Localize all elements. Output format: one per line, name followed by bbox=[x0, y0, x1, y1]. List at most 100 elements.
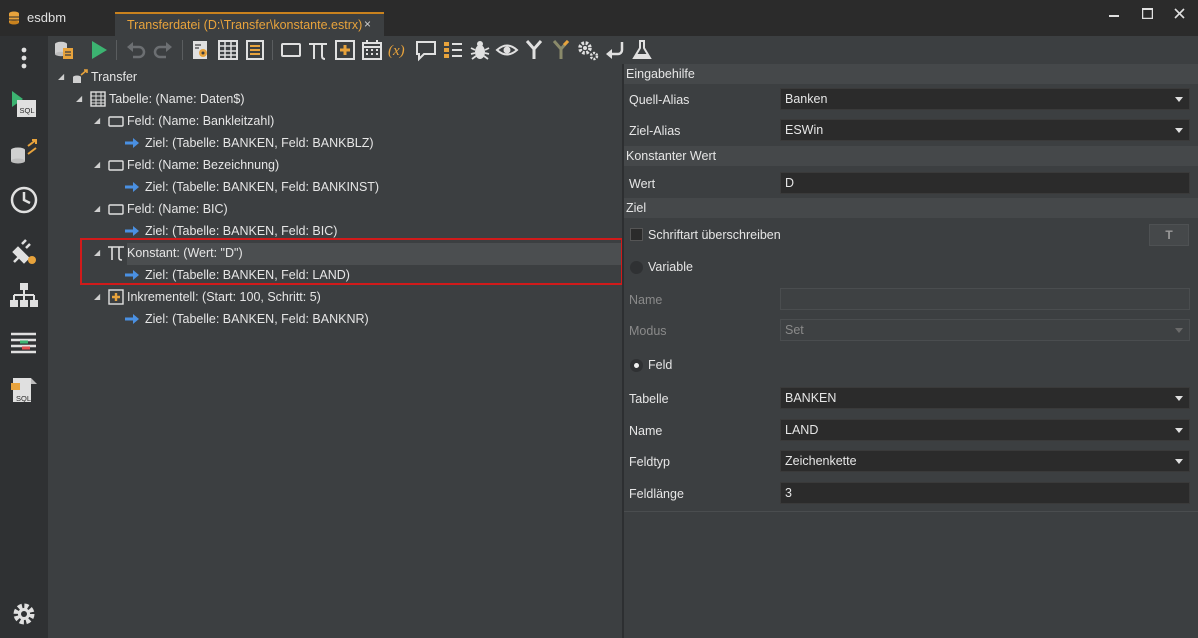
comment-icon[interactable] bbox=[414, 38, 438, 62]
maximize-button[interactable] bbox=[1136, 6, 1158, 24]
wert-row: Wert D bbox=[624, 172, 1190, 198]
gears-icon[interactable] bbox=[576, 38, 600, 62]
modus-label: Modus bbox=[629, 324, 667, 338]
variable-radio[interactable] bbox=[630, 261, 643, 274]
chevron-down-icon bbox=[1175, 97, 1183, 102]
more-vertical-icon[interactable] bbox=[8, 42, 40, 74]
tree-node-label: Feld: (Name: Bankleitzahl) bbox=[127, 114, 275, 128]
table-icon bbox=[90, 91, 106, 107]
feldname-label: Name bbox=[629, 424, 663, 438]
name-input[interactable] bbox=[780, 288, 1190, 310]
calendar-icon[interactable] bbox=[360, 38, 384, 62]
merge-icon[interactable] bbox=[522, 38, 546, 62]
flask-icon[interactable] bbox=[630, 38, 654, 62]
collapse-caret-icon[interactable]: ◢ bbox=[94, 286, 100, 308]
radio-selected-dot bbox=[634, 363, 639, 368]
modus-value: Set bbox=[785, 323, 804, 337]
feldtyp-row: Feldtyp Zeichenkette bbox=[624, 450, 1190, 476]
tree-node-label: Ziel: (Tabelle: BANKEN, Feld: BANKNR) bbox=[145, 312, 369, 326]
bug-icon[interactable] bbox=[468, 38, 492, 62]
minimize-button[interactable] bbox=[1103, 6, 1125, 24]
feldname-value: LAND bbox=[785, 423, 819, 437]
ziel-alias-dropdown[interactable]: ESWin bbox=[780, 119, 1190, 141]
undo-icon[interactable] bbox=[124, 38, 148, 62]
run-icon[interactable] bbox=[87, 38, 111, 62]
settings-gear-icon[interactable] bbox=[8, 598, 40, 630]
chevron-down-icon bbox=[1175, 428, 1183, 433]
increment-icon bbox=[108, 289, 124, 305]
wert-label: Wert bbox=[629, 177, 656, 191]
ziel-alias-row: Ziel-Alias ESWin bbox=[624, 119, 1190, 145]
collapse-caret-icon[interactable]: ◢ bbox=[76, 88, 82, 110]
font-settings-button[interactable]: T bbox=[1149, 224, 1189, 246]
database-logo-icon bbox=[9, 11, 19, 25]
arrow-right-icon bbox=[125, 182, 139, 192]
minimize-icon bbox=[1109, 15, 1119, 17]
list-icon[interactable] bbox=[243, 38, 267, 62]
table-icon[interactable] bbox=[216, 38, 240, 62]
section-konstanter-wert: Konstanter Wert bbox=[624, 146, 1198, 166]
section-ziel: Ziel bbox=[624, 198, 1198, 218]
chevron-down-icon bbox=[1175, 128, 1183, 133]
return-icon[interactable] bbox=[603, 38, 627, 62]
quell-alias-dropdown[interactable]: Banken bbox=[780, 88, 1190, 110]
feld-radio[interactable] bbox=[630, 359, 643, 372]
collapse-caret-icon[interactable]: ◢ bbox=[94, 154, 100, 176]
sql-query-icon[interactable]: SQL bbox=[8, 88, 40, 120]
list-check-icon[interactable] bbox=[441, 38, 465, 62]
table-settings-icon[interactable] bbox=[189, 38, 213, 62]
field-icon[interactable] bbox=[279, 38, 303, 62]
document-tab[interactable]: Transferdatei (D:\Transfer\konstante.est… bbox=[115, 12, 384, 36]
pi-constant-icon[interactable] bbox=[306, 38, 330, 62]
collapse-caret-icon[interactable]: ◢ bbox=[94, 198, 100, 220]
history-clock-icon[interactable] bbox=[8, 184, 40, 216]
tabelle-dropdown[interactable]: BANKEN bbox=[780, 387, 1190, 409]
tree-node-label: Transfer bbox=[91, 70, 138, 84]
quell-alias-label: Quell-Alias bbox=[629, 93, 690, 107]
svg-text:(x): (x) bbox=[388, 43, 405, 59]
compare-list-icon[interactable] bbox=[8, 328, 40, 360]
close-tab-icon[interactable]: × bbox=[364, 17, 371, 31]
schriftart-checkbox[interactable] bbox=[630, 228, 643, 241]
eye-icon[interactable] bbox=[495, 38, 519, 62]
feldlaenge-label: Feldlänge bbox=[629, 487, 684, 501]
collapse-caret-icon[interactable]: ◢ bbox=[58, 66, 64, 88]
variable-icon[interactable]: (x) bbox=[387, 38, 411, 62]
wert-input[interactable]: D bbox=[780, 172, 1190, 194]
svg-text:SQL: SQL bbox=[16, 394, 31, 403]
plugin-settings-icon[interactable] bbox=[8, 236, 40, 268]
ziel-alias-value: ESWin bbox=[785, 123, 824, 137]
quell-alias-row: Quell-Alias Banken bbox=[624, 88, 1190, 114]
arrow-right-icon bbox=[125, 314, 139, 324]
feldname-dropdown[interactable]: LAND bbox=[780, 419, 1190, 441]
field-icon bbox=[108, 116, 124, 127]
tree-node-label: Feld: (Name: BIC) bbox=[127, 202, 228, 216]
feld-label: Feld bbox=[648, 358, 673, 372]
tree-node-label: Feld: (Name: Bezeichnung) bbox=[127, 158, 280, 172]
font-icon: T bbox=[1165, 228, 1173, 242]
feldlaenge-row: Feldlänge 3 bbox=[624, 482, 1190, 508]
app-title: esdbm bbox=[27, 10, 67, 25]
modus-dropdown[interactable]: Set bbox=[780, 319, 1190, 341]
feldlaenge-input[interactable]: 3 bbox=[780, 482, 1190, 504]
redo-icon[interactable] bbox=[151, 38, 175, 62]
chevron-down-icon bbox=[1175, 396, 1183, 401]
sql-file-icon[interactable]: SQL bbox=[8, 376, 40, 408]
schriftart-row: Schriftart überschreiben bbox=[624, 224, 1190, 250]
database-transfer-icon[interactable] bbox=[8, 136, 40, 168]
property-panel: Eingabehilfe Quell-Alias Banken Ziel-Ali… bbox=[624, 64, 1198, 638]
increment-icon[interactable] bbox=[333, 38, 357, 62]
quell-alias-value: Banken bbox=[785, 92, 828, 106]
feldtyp-dropdown[interactable]: Zeichenkette bbox=[780, 450, 1190, 472]
collapse-caret-icon[interactable]: ◢ bbox=[94, 110, 100, 132]
name-row: Name bbox=[624, 288, 1190, 314]
database-icon[interactable] bbox=[52, 38, 76, 62]
hierarchy-tree-icon[interactable] bbox=[8, 280, 40, 312]
transfer-icon bbox=[73, 69, 88, 83]
title-bar: esdbm Transferdatei (D:\Transfer\konstan… bbox=[0, 0, 1198, 36]
panel-divider bbox=[624, 511, 1198, 512]
variable-row: Variable bbox=[624, 257, 1190, 283]
close-window-button[interactable] bbox=[1168, 6, 1190, 24]
name-label: Name bbox=[629, 293, 663, 307]
split-icon[interactable] bbox=[549, 38, 573, 62]
